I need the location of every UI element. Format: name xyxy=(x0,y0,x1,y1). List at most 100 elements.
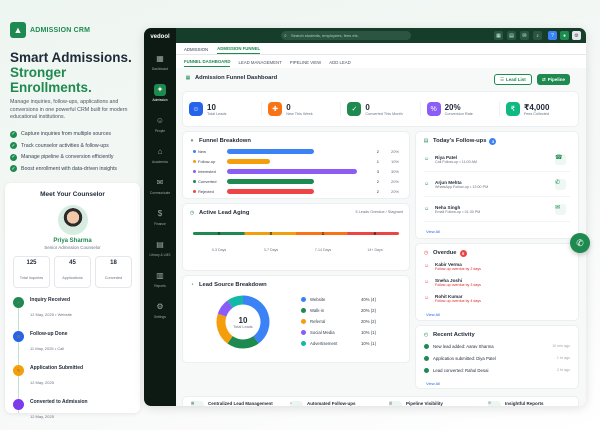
funnel-row: Interested 3 30% xyxy=(193,168,399,175)
pipeline-icon: ⇄ xyxy=(542,76,546,82)
module-tabs: ADMISSION ADMISSION FUNNEL xyxy=(176,43,586,55)
followup-item[interactable]: ☺ Neha Singh Email Follow-up • 01:30 PM ✉ xyxy=(424,198,570,222)
chat-icon[interactable]: ✉ xyxy=(520,31,529,40)
nav-label: Academics xyxy=(151,160,169,164)
feature-card: ▦Centralized Lead ManagementCapture and … xyxy=(187,397,283,406)
timeline-date: 11 May, 2025 • Call xyxy=(30,346,65,351)
app-logo[interactable]: vedool xyxy=(144,34,176,40)
timeline-icon: ☎ xyxy=(13,331,24,342)
kpi-card[interactable]: ✚ 0 New This Week xyxy=(262,102,342,116)
kpi-card[interactable]: ✓ 0 Converted This Month xyxy=(341,102,421,116)
status-icon[interactable]: ● xyxy=(560,31,569,40)
stat-label: Converted xyxy=(104,276,123,280)
timeline-title: Application Submitted xyxy=(30,365,84,371)
kpi-card[interactable]: % 20% Conversion Rate xyxy=(421,102,500,116)
counselor-stats: 125 Total Inquiries 45 Applications 18 Conver… xyxy=(13,256,132,288)
funnel-tab[interactable]: PIPELINE VIEW xyxy=(290,60,322,67)
nav-label: Reports xyxy=(154,284,166,288)
funnel-bar xyxy=(227,159,271,164)
followups-view-all-link[interactable]: View All xyxy=(426,229,440,234)
legend-value: 20% (2) xyxy=(360,308,376,313)
legend-swatch xyxy=(301,308,306,313)
timeline-date: 12 May, 2025 xyxy=(30,380,54,385)
counselor-avatar xyxy=(57,205,88,235)
funnel-tab[interactable]: FUNNEL DASHBOARD xyxy=(184,59,231,67)
feature-card: ▥Pipeline VisibilityTrack every lead sta… xyxy=(385,397,481,406)
funnel-label: Interested xyxy=(198,169,216,174)
donut-label: Total Leads xyxy=(233,325,253,329)
funnel-bar xyxy=(227,169,357,174)
timeline-title: Inquiry Received xyxy=(30,297,71,303)
followup-action-icon[interactable]: ✆ xyxy=(555,179,566,190)
lead-source-panel: ◔ Lead Source Breakdown 10 Total Leads We… xyxy=(182,275,410,363)
sidebar-item-dashboard[interactable]: ▦ Dashboard xyxy=(144,48,176,71)
source-legend-row: Advertisement 10% (1) xyxy=(301,340,376,347)
sidebar-item-communicate[interactable]: ✉ Communicate xyxy=(144,172,176,195)
sidebar-item-finance[interactable]: $ Finance xyxy=(144,203,176,226)
activity-dot xyxy=(424,367,429,373)
kpi-card[interactable]: ₹ ₹4,000 Fees Collected xyxy=(500,102,578,116)
settings-icon[interactable]: ⚙ xyxy=(572,31,581,40)
timeline-title: Follow-up Done xyxy=(30,331,68,337)
kpi-label: Total Leads xyxy=(207,111,227,116)
counselor-role: Senior Admission Counselor xyxy=(44,245,101,250)
notification-bell-icon[interactable]: ♪ xyxy=(533,31,542,40)
stat-value: 125 xyxy=(26,260,37,266)
help-icon[interactable]: ? xyxy=(548,31,557,40)
sidebar-item-people[interactable]: ☺ People xyxy=(144,110,176,133)
followup-action-icon[interactable]: ✉ xyxy=(555,204,566,215)
overdue-view-all-link[interactable]: View All xyxy=(426,312,440,317)
funnel-count: 2 xyxy=(376,149,379,154)
source-legend-row: Website 40% (4) xyxy=(301,296,376,303)
top-bar: ⌕ Search students, employees, fees etc. ▦… xyxy=(176,28,586,43)
overdue-item[interactable]: ☺ Rohit Kumar Follow-up overdue by 4 days xyxy=(424,291,570,305)
sidebar-item-library-lms[interactable]: ▤ Library & LMS xyxy=(144,234,176,257)
overdue-item[interactable]: ☺ Kabir Verma Follow-up overdue by 2 days xyxy=(424,259,570,273)
activity-view-all-link[interactable]: View All xyxy=(426,381,440,386)
legend-swatch xyxy=(301,330,306,335)
feature-text: Capture inquiries from multiple sources xyxy=(21,131,111,137)
pipeline-button[interactable]: ⇄ Pipeline xyxy=(537,74,571,85)
nav-icon: ✦ xyxy=(154,83,166,96)
nav-icon: ▦ xyxy=(156,54,164,63)
check-icon: ✓ xyxy=(10,165,17,172)
chat-support-button[interactable]: ✆ xyxy=(570,233,590,253)
recent-activity-panel: ◴ Recent Activity New lead added: Aarav S… xyxy=(415,325,579,389)
nav-label: Finance xyxy=(154,222,166,226)
legend-swatch xyxy=(301,341,306,346)
crm-app-window: vedool ▦ Dashboard ✦ Admission ☺ People ⌂ Acade… xyxy=(144,28,586,406)
counselor-card: Meet Your Counselor Priya Sharma Senior … xyxy=(5,183,140,419)
donut-center: 10 Total Leads xyxy=(213,316,273,329)
funnel-tab[interactable]: ADD LEAD xyxy=(329,60,351,67)
module-tab[interactable]: ADMISSION FUNNEL xyxy=(217,46,261,54)
kpi-icon: ✓ xyxy=(347,102,362,116)
followup-action-icon[interactable]: ☎ xyxy=(555,154,566,165)
activity-icon: ◴ xyxy=(423,332,429,338)
legend-swatch xyxy=(301,319,306,324)
overdue-item[interactable]: ☺ Sneha Joshi Follow-up overdue by 3 days xyxy=(424,275,570,289)
funnel-dot xyxy=(193,150,196,153)
feature-card: ⌂Automated Follow-upsNever miss a follow… xyxy=(286,397,382,406)
followups-count-badge: 3 xyxy=(489,137,497,145)
funnel-row: Converted 2 20% xyxy=(193,178,399,185)
apps-icon[interactable]: ▦ xyxy=(494,31,503,40)
aging-count: 0 xyxy=(217,232,221,237)
kpi-card[interactable]: ☺ 10 Total Leads xyxy=(183,102,263,116)
lead-list-button[interactable]: ☰ Lead List xyxy=(494,74,532,85)
kpi-label: New This Week xyxy=(286,111,313,116)
aging-range: 14+ Days xyxy=(367,248,383,252)
funnel-tab[interactable]: LEAD MANAGEMENT xyxy=(238,60,281,67)
funnel-breakdown-panel: ▾ Funnel Breakdown New 2 20% Follow-up 1 10% In… xyxy=(182,131,410,199)
sidebar-item-reports[interactable]: ▥ Reports xyxy=(144,265,176,288)
sidebar-item-academics[interactable]: ⌂ Academics xyxy=(144,141,176,164)
sidebar-item-settings[interactable]: ⚙ Settings xyxy=(144,296,176,319)
feature-strip: ▦Centralized Lead ManagementCapture and … xyxy=(182,396,579,406)
search-input[interactable]: ⌕ Search students, employees, fees etc. xyxy=(281,31,411,40)
followup-item[interactable]: ☺ Riya Patel Call Follow-up • 11:00 AM ☎ xyxy=(424,148,570,172)
followup-detail: Call Follow-up • 11:00 AM xyxy=(435,160,478,164)
nav-icon: ▤ xyxy=(156,240,164,249)
sidebar-item-admission[interactable]: ✦ Admission xyxy=(144,79,176,102)
calendar-icon[interactable]: ▤ xyxy=(507,31,516,40)
module-tab[interactable]: ADMISSION xyxy=(184,47,208,54)
followup-item[interactable]: ☺ Arjun Mehta WhatsApp Follow-up • 12:00 P… xyxy=(424,173,570,197)
